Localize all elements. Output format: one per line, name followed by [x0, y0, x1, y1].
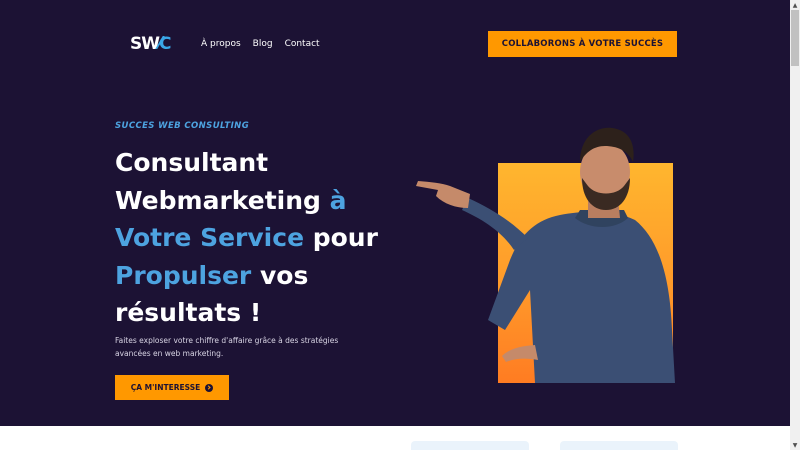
- interested-button-label: ÇA M'INTERESSE: [130, 383, 201, 392]
- chevron-down-icon[interactable]: ▼: [790, 440, 800, 450]
- arrow-circle-icon: [205, 383, 214, 392]
- feature-card: [560, 441, 678, 450]
- nav-item-about[interactable]: À propos: [201, 39, 241, 49]
- interested-button[interactable]: ÇA M'INTERESSE: [115, 375, 229, 400]
- scrollbar-track[interactable]: [790, 0, 800, 450]
- logo-text: SWC: [130, 34, 172, 54]
- chevron-up-icon[interactable]: ▲: [790, 0, 800, 10]
- feature-card: [411, 441, 529, 450]
- site-logo[interactable]: SWC: [130, 34, 172, 58]
- hero-headline: Consultant Webmarketing à Votre Service …: [115, 148, 378, 327]
- hero-eyebrow: SUCCES WEB CONSULTING: [115, 121, 250, 131]
- nav-item-contact[interactable]: Contact: [285, 39, 320, 49]
- collaborate-button[interactable]: COLLABORONS À VOTRE SUCCÈS: [488, 31, 677, 57]
- hero-subtext: Faites exploser votre chiffre d'affaire …: [115, 336, 339, 358]
- scrollbar-thumb[interactable]: [791, 10, 799, 66]
- nav-item-blog[interactable]: Blog: [253, 39, 273, 49]
- page: SWC À propos Blog Contact COLLABORONS À …: [0, 0, 790, 450]
- main-nav: À propos Blog Contact: [201, 39, 320, 49]
- consultant-photo: [416, 127, 675, 383]
